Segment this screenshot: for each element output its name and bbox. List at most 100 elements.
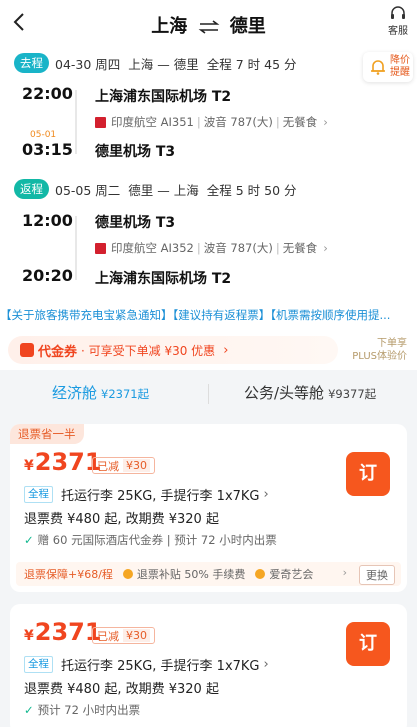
return-flight-info[interactable]: 印度航空 AI352 | 波音 787(大) | 无餐食 › — [95, 240, 328, 256]
chevron-right-icon: › — [342, 566, 347, 579]
tab-economy-price: ¥2371起 — [101, 387, 150, 401]
return-summary: 返程 05-05 周二 德里 — 上海 全程 5 时 50 分 — [14, 178, 305, 200]
airline-logo-icon — [95, 242, 106, 254]
refund-protection-strip[interactable]: 退票保障+¥68/程 退票补贴 50% 手续费 爱奇艺会 › 更换 — [16, 562, 401, 586]
outbound-summary: 去程 04-30 周四 上海 — 德里 全程 7 时 45 分 — [14, 52, 305, 74]
offer-luggage-text: 托运行李 25KG, 手提行李 1x7KG — [61, 659, 260, 674]
return-aircraft: 波音 787(大) — [203, 241, 273, 255]
outbound-meal: 无餐食 — [282, 115, 318, 129]
cabin-tag: 全程 — [24, 656, 53, 673]
outbound-aircraft: 波音 787(大) — [203, 115, 273, 129]
outbound-flight-info[interactable]: 印度航空 AI351 | 波音 787(大) | 无餐食 › — [95, 114, 328, 130]
outbound-dep-time: 22:00 — [22, 84, 73, 103]
voucher-icon — [20, 343, 34, 357]
chevron-right-icon: › — [263, 487, 269, 502]
offer-refund: 退票费 ¥480 起, 改期费 ¥320 起 — [24, 682, 219, 697]
outbound-airline: 印度航空 AI351 — [111, 115, 194, 129]
offer-currency: ¥ — [24, 628, 34, 644]
offer-luggage[interactable]: 全程 托运行李 25KG, 手提行李 1x7KG › — [24, 485, 269, 504]
outbound-tag: 去程 — [14, 53, 49, 73]
offer-price: ¥2371 — [24, 618, 102, 646]
from-city: 上海 — [151, 16, 188, 37]
chevron-right-icon: › — [323, 115, 328, 129]
check-icon: ✓ — [24, 533, 34, 547]
outbound-arr-time: 03:15 — [22, 140, 73, 159]
headset-icon — [391, 6, 405, 19]
tab-economy[interactable]: 经济舱 ¥2371起 — [52, 382, 149, 403]
offer-card: ¥2371 已减 ¥30 订 全程 托运行李 25KG, 手提行李 1x7KG ›… — [10, 604, 407, 727]
voucher-banner[interactable]: 代金券 · 可享受下单减 ¥30 优惠 › — [8, 336, 338, 364]
price-alert-label: 降价提醒 — [390, 55, 410, 78]
return-duration: 全程 5 时 50 分 — [206, 182, 297, 198]
top-bar: 上海 德里 客服 — [0, 0, 417, 48]
return-dep-time: 12:00 — [22, 211, 73, 230]
bell-icon — [371, 60, 385, 75]
page-title: 上海 德里 — [0, 12, 417, 38]
swap-arrows-icon — [198, 20, 219, 34]
offer-refund: 退票费 ¥480 起, 改期费 ¥320 起 — [24, 512, 219, 527]
return-date: 05-05 周二 — [55, 182, 121, 198]
voucher-name: 代金券 — [38, 344, 78, 360]
outbound-route: 上海 — 德里 — [128, 56, 199, 72]
outbound-date: 04-30 周四 — [55, 56, 121, 72]
plus-line2: PLUS体验价 — [352, 351, 407, 362]
outbound-dep-airport: 上海浦东国际机场 T2 — [95, 89, 232, 105]
return-timeline — [75, 216, 77, 280]
check-icon: ✓ — [24, 703, 34, 717]
customer-service-button[interactable]: 客服 — [385, 6, 411, 37]
return-arr-time: 20:20 — [22, 266, 73, 285]
offer-perk: ✓ 预计 72 小时内出票 — [24, 702, 140, 718]
return-dep-airport: 德里机场 T3 — [95, 215, 176, 231]
voucher-desc: · 可享受下单减 ¥30 优惠 — [81, 343, 216, 358]
offer-cut-value: ¥30 — [123, 459, 150, 472]
check-circle-icon — [255, 569, 266, 579]
offer-card: 退票省一半 ¥2371 已减 ¥30 订 全程 托运行李 25KG, 手提行李 1… — [10, 424, 407, 592]
book-button[interactable]: 订 — [346, 622, 390, 666]
offer-badge: 退票省一半 — [10, 424, 84, 444]
service-label: 客服 — [388, 26, 408, 37]
tab-business-label: 公务/头等舱 — [244, 384, 325, 402]
notice-marquee[interactable]: 【关于旅客携带充电宝紧急通知】【建议持有返程票】【机票需按顺序使用提... — [0, 307, 417, 323]
return-tag: 返程 — [14, 179, 49, 199]
outbound-arr-airport: 德里机场 T3 — [95, 144, 176, 160]
tab-business-price: ¥9377起 — [328, 387, 377, 401]
airline-logo-icon — [95, 116, 106, 128]
change-button[interactable]: 更换 — [359, 565, 395, 585]
strip-item2: 爱奇艺会 — [269, 568, 314, 581]
chevron-right-icon: › — [263, 657, 269, 672]
offer-cut-label: 已减 — [97, 629, 119, 643]
offer-perk-text: 赠 60 元国际酒店代金券 | 预计 72 小时内出票 — [37, 533, 277, 547]
chevron-right-icon: › — [323, 241, 328, 255]
return-meal: 无餐食 — [282, 241, 318, 255]
offer-price: ¥2371 — [24, 448, 102, 476]
strip-main: 退票保障+¥68/程 — [24, 566, 113, 582]
plus-line1: 下单享 — [377, 338, 407, 349]
offer-cut-value: ¥30 — [123, 629, 150, 642]
strip-price: +¥68/程 — [68, 568, 113, 581]
return-airline: 印度航空 AI352 — [111, 241, 194, 255]
offer-currency: ¥ — [24, 458, 34, 474]
cabin-tabs: 经济舱 ¥2371起 公务/头等舱 ¥9377起 — [0, 372, 417, 414]
offer-discount: 已减 ¥30 — [92, 457, 155, 474]
check-circle-icon — [122, 569, 133, 579]
return-arr-airport: 上海浦东国际机场 T2 — [95, 271, 232, 287]
price-alert-button[interactable]: 降价提醒 — [363, 52, 413, 82]
plus-price-badge: 下单享 PLUS体验价 — [352, 337, 407, 363]
chevron-right-icon: › — [223, 342, 229, 358]
strip-item1: 退票补贴 50% 手续费 — [136, 568, 246, 581]
strip-main-text: 退票保障 — [24, 568, 68, 581]
outbound-arr-date-note: 05-01 — [30, 130, 57, 140]
offer-perk: ✓ 赠 60 元国际酒店代金券 | 预计 72 小时内出票 — [24, 532, 277, 548]
offer-luggage-text: 托运行李 25KG, 手提行李 1x7KG — [61, 489, 260, 504]
outbound-timeline — [75, 90, 77, 154]
to-city: 德里 — [229, 16, 266, 37]
cabin-tag: 全程 — [24, 486, 53, 503]
outbound-duration: 全程 7 时 45 分 — [206, 56, 297, 72]
offer-perk-text: 预计 72 小时内出票 — [37, 703, 141, 717]
offer-cut-label: 已减 — [97, 459, 119, 473]
book-button[interactable]: 订 — [346, 452, 390, 496]
offer-luggage[interactable]: 全程 托运行李 25KG, 手提行李 1x7KG › — [24, 655, 269, 674]
return-route: 德里 — 上海 — [128, 182, 199, 198]
tab-business[interactable]: 公务/头等舱 ¥9377起 — [244, 382, 376, 403]
offer-discount: 已减 ¥30 — [92, 627, 155, 644]
